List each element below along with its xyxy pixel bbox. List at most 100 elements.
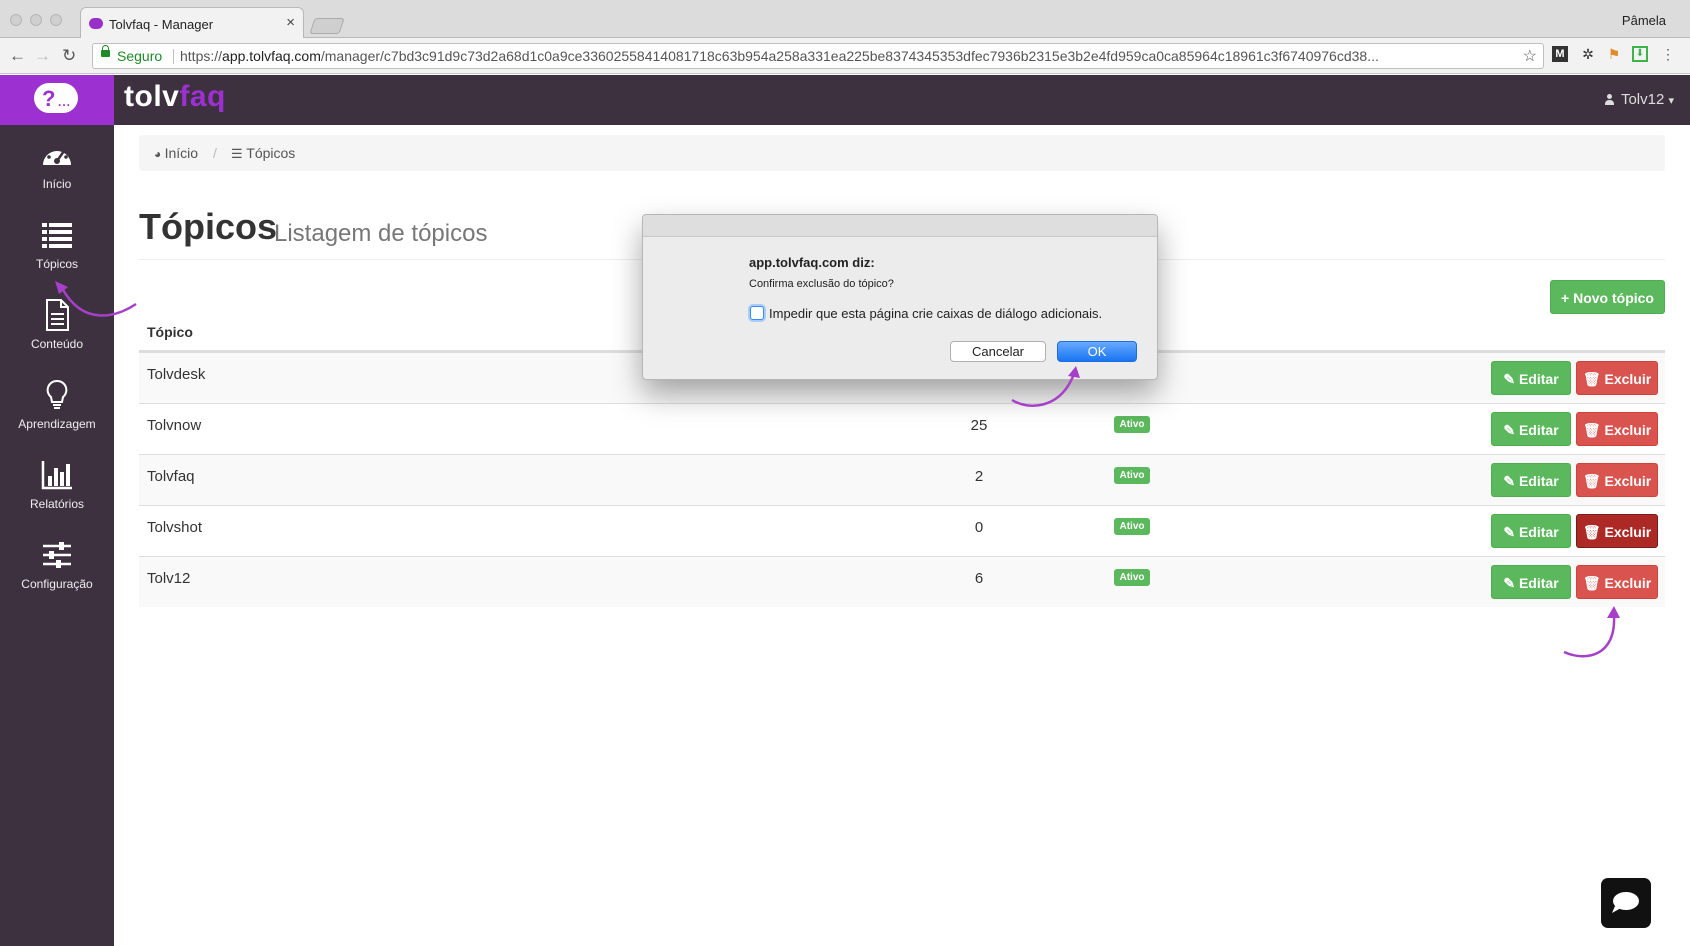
suppress-dialogs-checkbox[interactable] (750, 306, 764, 320)
evernote-extension-icon[interactable]: ⬇ (1632, 46, 1648, 62)
dialog-cancel-button[interactable]: Cancelar (950, 341, 1046, 362)
list-icon (42, 223, 72, 248)
chat-bubble-logo-icon: ? ... (34, 83, 78, 113)
sidebar-item-configuracao[interactable]: Configuração (0, 525, 114, 605)
url-scheme: https:// (180, 48, 223, 64)
new-tab-button[interactable] (309, 18, 345, 34)
edit-icon: ✎ (1503, 422, 1519, 438)
edit-icon: ✎ (1503, 473, 1519, 489)
status-badge: Ativo (1114, 569, 1150, 586)
breadcrumb: ◕ Início / ☰ Tópicos (139, 135, 1665, 171)
edit-button[interactable]: ✎ Editar (1491, 514, 1571, 548)
brand-name[interactable]: tolvfaq (124, 80, 226, 114)
browser-menu-icon[interactable]: ⋮ (1660, 46, 1676, 62)
edit-button[interactable]: ✎ Editar (1491, 463, 1571, 497)
edit-label: Editar (1518, 575, 1559, 591)
topic-name: Tolvdesk (147, 366, 206, 383)
trash-icon: 🗑︎ (1582, 371, 1605, 387)
topic-name: Tolvshot (147, 519, 203, 536)
topic-name: Tolv12 (147, 570, 191, 587)
address-bar[interactable]: Seguro https://app.tolvfaq.com/manager/c… (92, 43, 1544, 69)
brand-accent: faq (179, 80, 226, 113)
sidebar-item-topicos[interactable]: Tópicos (0, 205, 114, 285)
browser-profile-name[interactable]: Pâmela (1622, 13, 1666, 28)
sidebar-item-aprendizagem[interactable]: Aprendizagem (0, 365, 114, 445)
edit-label: Editar (1518, 524, 1559, 540)
sidebar-item-relatorios[interactable]: Relatórios (0, 445, 114, 525)
dialog-titlebar (643, 215, 1157, 237)
url-text[interactable]: https://app.tolvfaq.com/manager/c7bd3c91… (180, 48, 1460, 64)
user-menu[interactable]: Tolv12 ▾ (1605, 91, 1674, 108)
tab-title: Tolvfaq - Manager (109, 17, 214, 32)
edit-label: Editar (1518, 371, 1559, 387)
app-header: ? ... tolvfaq Tolv12 ▾ (0, 75, 1690, 125)
logo[interactable]: ? ... (0, 75, 114, 125)
forward-arrow-icon[interactable]: → (34, 46, 51, 66)
browser-tab-strip: Tolvfaq - Manager × Pâmela (0, 0, 1690, 39)
edit-button[interactable]: ✎ Editar (1491, 361, 1571, 395)
edit-button[interactable]: ✎ Editar (1491, 412, 1571, 446)
annotation-arrow-topicos (55, 281, 137, 317)
tab-close-icon[interactable]: × (286, 14, 295, 31)
browser-toolbar: ← → ↻ Seguro https://app.tolvfaq.com/man… (0, 38, 1690, 74)
topic-count: 0 (974, 519, 984, 536)
browser-tab[interactable]: Tolvfaq - Manager × (80, 7, 304, 39)
sidebar: Início Tópicos Conteúdo Aprendizagem Rel… (0, 125, 114, 946)
trash-icon: 🗑︎ (1582, 524, 1605, 540)
topic-count: 6 (974, 570, 984, 587)
edit-button[interactable]: ✎ Editar (1491, 565, 1571, 599)
topic-count: 2 (974, 468, 984, 485)
dialog-title: app.tolvfaq.com diz: (749, 255, 875, 270)
delete-label: Excluir (1604, 473, 1652, 489)
sidebar-item-label: Configuração (21, 577, 93, 591)
table-row: Tolv12 6 Ativo ✎ Editar 🗑︎ Excluir (139, 556, 1665, 607)
sidebar-item-label: Início (42, 177, 72, 191)
breadcrumb-current-label: Tópicos (246, 145, 296, 161)
close-window-button[interactable] (10, 14, 22, 26)
edit-label: Editar (1518, 473, 1559, 489)
sliders-icon (43, 542, 71, 568)
pin-extension-icon[interactable]: ⚑ (1606, 46, 1622, 62)
chat-widget-button[interactable] (1601, 878, 1651, 928)
status-badge: Ativo (1114, 467, 1150, 484)
user-name: Tolv12 (1620, 91, 1665, 108)
topic-count: 25 (970, 417, 988, 434)
breadcrumb-home-label: Início (164, 145, 199, 161)
status-badge: Ativo (1114, 416, 1150, 433)
topic-name: Tolvfaq (147, 468, 195, 485)
breadcrumb-home[interactable]: ◕ Início (154, 145, 198, 161)
delete-button[interactable]: 🗑︎ Excluir (1576, 361, 1658, 395)
page-subtitle: Listagem de tópicos (274, 220, 488, 247)
settings-gear-icon[interactable]: ✲ (1580, 46, 1596, 62)
favicon-icon (89, 18, 103, 29)
trash-icon: 🗑︎ (1582, 473, 1605, 489)
gmail-extension-icon[interactable]: M (1552, 46, 1568, 62)
back-arrow-icon[interactable]: ← (9, 46, 26, 66)
new-topic-button[interactable]: + Novo tópico (1550, 280, 1665, 314)
delete-button[interactable]: 🗑︎ Excluir (1576, 565, 1658, 599)
minimize-window-button[interactable] (30, 14, 42, 26)
edit-label: Editar (1518, 422, 1559, 438)
lock-icon (101, 45, 110, 57)
delete-button-active[interactable]: 🗑︎ Excluir (1576, 514, 1658, 548)
suppress-dialogs-label[interactable]: Impedir que esta página crie caixas de d… (769, 306, 1102, 321)
table-row: Tolvnow 25 Ativo ✎ Editar 🗑︎ Excluir (139, 403, 1665, 454)
sidebar-item-inicio[interactable]: Início (0, 125, 114, 205)
logo-dots: ... (58, 95, 72, 109)
confirm-dialog: app.tolvfaq.com diz: Confirma exclusão d… (642, 214, 1158, 380)
omnibox-separator (173, 49, 174, 64)
table-row: Tolvfaq 2 Ativo ✎ Editar 🗑︎ Excluir (139, 454, 1665, 505)
dialog-ok-button[interactable]: OK (1057, 341, 1137, 362)
bookmark-star-icon[interactable]: ☆ (1523, 46, 1537, 66)
delete-label: Excluir (1604, 524, 1652, 540)
breadcrumb-current: ☰ Tópicos (231, 145, 295, 162)
topic-name: Tolvnow (147, 417, 202, 434)
delete-button[interactable]: 🗑︎ Excluir (1576, 463, 1658, 497)
edit-icon: ✎ (1503, 371, 1519, 387)
reload-icon[interactable]: ↻ (62, 46, 76, 66)
annotation-arrow-excluir (1563, 606, 1620, 658)
logo-question-mark: ? (42, 86, 56, 111)
edit-icon: ✎ (1503, 575, 1519, 591)
maximize-window-button[interactable] (50, 14, 62, 26)
delete-button[interactable]: 🗑︎ Excluir (1576, 412, 1658, 446)
